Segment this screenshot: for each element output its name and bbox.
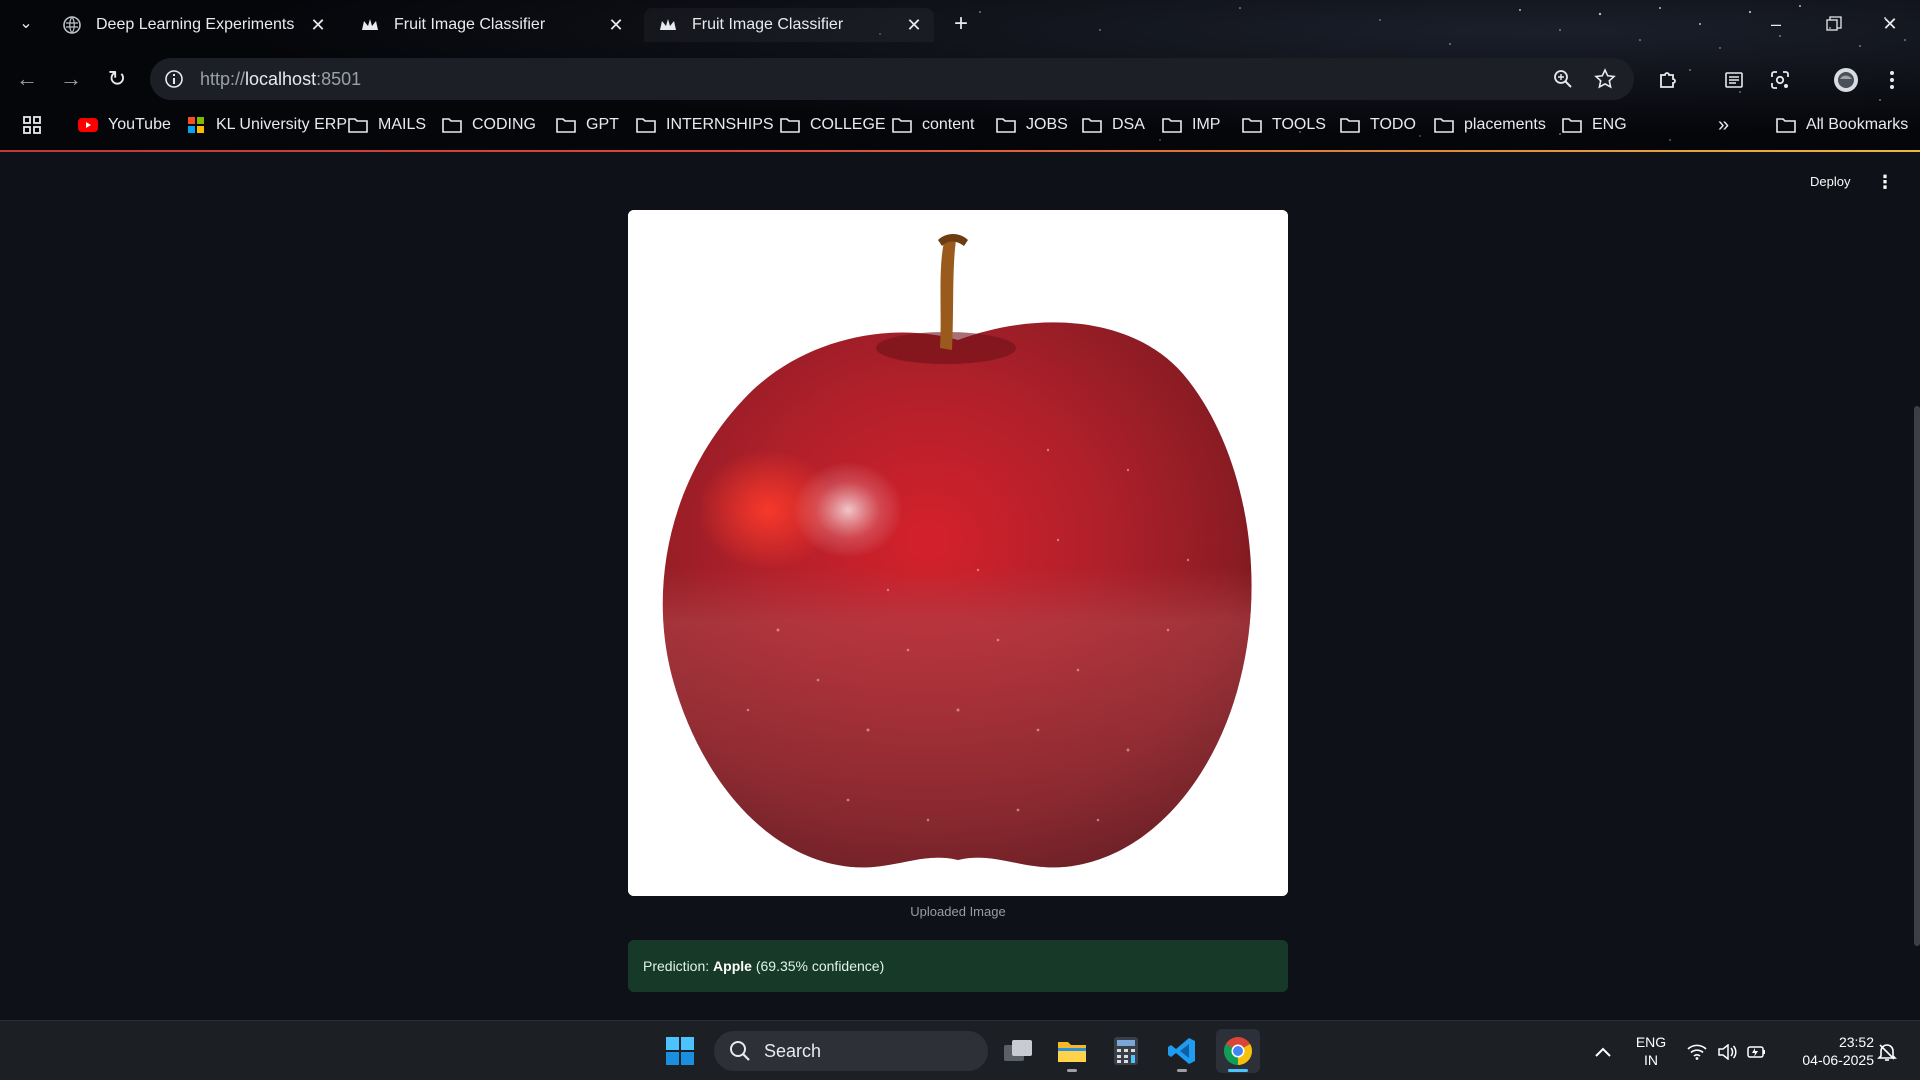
reading-list-icon[interactable] bbox=[1720, 66, 1748, 94]
bookmark-folder-internships[interactable]: INTERNSHIPS bbox=[636, 113, 774, 137]
erp-icon bbox=[186, 116, 206, 134]
bookmark-kl-erp[interactable]: KL University ERP bbox=[186, 113, 347, 137]
bookmark-folder-content[interactable]: content bbox=[892, 113, 974, 137]
tab-title: Deep Learning Experiments bbox=[96, 16, 295, 33]
more-bookmarks-chevron-icon[interactable]: » bbox=[1718, 113, 1729, 137]
tab-close-icon[interactable]: ✕ bbox=[306, 13, 330, 37]
prediction-label: Prediction: bbox=[643, 958, 710, 974]
browser-toolbar: ← → ↻ http://localhost:8501 bbox=[0, 58, 1920, 100]
folder-icon bbox=[1776, 116, 1796, 134]
file-explorer-icon[interactable] bbox=[1050, 1029, 1094, 1073]
streamlit-crown-icon bbox=[658, 15, 678, 35]
wifi-icon[interactable] bbox=[1686, 1041, 1708, 1063]
google-lens-icon[interactable] bbox=[1766, 66, 1794, 94]
tab-close-icon[interactable]: ✕ bbox=[604, 13, 628, 37]
prediction-class: Apple bbox=[713, 958, 752, 974]
task-view-icon[interactable] bbox=[996, 1029, 1040, 1073]
apple-image bbox=[628, 210, 1288, 896]
forward-arrow-icon[interactable]: → bbox=[56, 64, 86, 94]
volume-icon[interactable] bbox=[1716, 1041, 1738, 1063]
bookmark-folder-tools[interactable]: TOOLS bbox=[1242, 113, 1326, 137]
prediction-success-alert: Prediction: Apple (69.35% confidence) bbox=[628, 940, 1288, 992]
restore-icon[interactable] bbox=[1814, 8, 1854, 40]
streamlit-crown-icon bbox=[360, 15, 380, 35]
bookmarks-bar: YouTube KL University ERP MAILS CODING G… bbox=[0, 110, 1920, 140]
windows-taskbar: Search ENG IN 23:52 04-06-2025 bbox=[0, 1020, 1920, 1080]
bookmark-folder-eng[interactable]: ENG bbox=[1562, 113, 1627, 137]
clock[interactable]: 23:52 04-06-2025 bbox=[1780, 1033, 1874, 1069]
image-caption: Uploaded Image bbox=[910, 904, 1006, 919]
profile-avatar-icon[interactable] bbox=[1832, 66, 1860, 94]
minimize-icon[interactable]: – bbox=[1756, 8, 1796, 40]
folder-icon bbox=[1340, 116, 1360, 134]
bookmark-folder-coding[interactable]: CODING bbox=[442, 113, 536, 137]
tab-deep-learning[interactable]: Deep Learning Experiments ✕ bbox=[48, 8, 338, 42]
back-arrow-icon[interactable]: ← bbox=[12, 64, 42, 94]
windows-start-icon[interactable] bbox=[658, 1029, 702, 1073]
language-indicator[interactable]: ENG IN bbox=[1628, 1033, 1674, 1069]
zoom-icon[interactable] bbox=[1550, 66, 1576, 92]
folder-icon bbox=[636, 116, 656, 134]
apps-grid-icon[interactable] bbox=[22, 113, 42, 137]
vscode-icon[interactable] bbox=[1160, 1029, 1204, 1073]
site-info-icon[interactable] bbox=[162, 67, 186, 91]
folder-icon bbox=[1434, 116, 1454, 134]
bookmark-folder-todo[interactable]: TODO bbox=[1340, 113, 1416, 137]
taskbar-search-box[interactable]: Search bbox=[714, 1031, 988, 1071]
clock-time: 23:52 bbox=[1838, 1034, 1874, 1050]
chevron-up-icon[interactable] bbox=[1592, 1041, 1614, 1063]
bookmark-star-icon[interactable] bbox=[1592, 66, 1618, 92]
streamlit-page: Deploy ⋮ Uploaded Image Prediction: Appl… bbox=[0, 152, 1920, 1020]
extensions-puzzle-icon[interactable] bbox=[1654, 66, 1682, 94]
bookmark-folder-college[interactable]: COLLEGE bbox=[780, 113, 886, 137]
uploaded-image bbox=[628, 210, 1288, 896]
browser-menu-kebab-icon[interactable] bbox=[1878, 66, 1906, 94]
folder-icon bbox=[348, 116, 368, 134]
tab-fruit-classifier-1[interactable]: Fruit Image Classifier ✕ bbox=[346, 8, 636, 42]
deploy-button[interactable]: Deploy bbox=[1810, 174, 1850, 189]
chrome-icon[interactable] bbox=[1216, 1029, 1260, 1073]
tab-search-chevron-icon[interactable]: ⌄ bbox=[14, 12, 38, 36]
folder-icon bbox=[892, 116, 912, 134]
page-scrollbar[interactable] bbox=[1914, 406, 1920, 946]
close-window-icon[interactable]: ✕ bbox=[1870, 8, 1910, 40]
address-bar[interactable]: http://localhost:8501 bbox=[150, 58, 1634, 100]
clock-date: 04-06-2025 bbox=[1802, 1052, 1874, 1068]
bookmark-folder-placements[interactable]: placements bbox=[1434, 113, 1546, 137]
tab-fruit-classifier-2[interactable]: Fruit Image Classifier ✕ bbox=[644, 8, 934, 42]
bookmark-folder-imp[interactable]: IMP bbox=[1162, 113, 1220, 137]
folder-icon bbox=[442, 116, 462, 134]
tab-title: Fruit Image Classifier bbox=[394, 16, 546, 33]
bookmark-folder-mails[interactable]: MAILS bbox=[348, 113, 426, 137]
tab-title: Fruit Image Classifier bbox=[692, 16, 844, 33]
folder-icon bbox=[1082, 116, 1102, 134]
globe-icon bbox=[62, 15, 82, 35]
tab-strip: ⌄ Deep Learning Experiments ✕ Fruit Imag… bbox=[0, 0, 1920, 50]
folder-icon bbox=[1162, 116, 1182, 134]
new-tab-plus-icon[interactable]: + bbox=[948, 12, 974, 38]
folder-icon bbox=[556, 116, 576, 134]
bookmark-folder-dsa[interactable]: DSA bbox=[1082, 113, 1145, 137]
folder-icon bbox=[780, 116, 800, 134]
folder-icon bbox=[996, 116, 1016, 134]
url-text: http://localhost:8501 bbox=[200, 68, 362, 89]
bookmark-folder-gpt[interactable]: GPT bbox=[556, 113, 619, 137]
youtube-icon bbox=[78, 116, 98, 134]
folder-icon bbox=[1242, 116, 1262, 134]
search-icon bbox=[728, 1039, 752, 1063]
bookmark-youtube[interactable]: YouTube bbox=[78, 113, 171, 137]
app-menu-kebab-icon[interactable]: ⋮ bbox=[1876, 172, 1894, 192]
battery-charging-icon[interactable] bbox=[1746, 1041, 1768, 1063]
folder-icon bbox=[1562, 116, 1582, 134]
calculator-icon[interactable] bbox=[1104, 1029, 1148, 1073]
prediction-confidence: (69.35% confidence) bbox=[755, 958, 885, 974]
browser-chrome: ⌄ Deep Learning Experiments ✕ Fruit Imag… bbox=[0, 0, 1920, 152]
reload-icon[interactable]: ↻ bbox=[102, 64, 132, 94]
bookmark-folder-jobs[interactable]: JOBS bbox=[996, 113, 1068, 137]
all-bookmarks-folder[interactable]: All Bookmarks bbox=[1776, 113, 1908, 137]
notification-bell-icon[interactable] bbox=[1876, 1041, 1898, 1063]
tab-close-icon[interactable]: ✕ bbox=[902, 13, 926, 37]
